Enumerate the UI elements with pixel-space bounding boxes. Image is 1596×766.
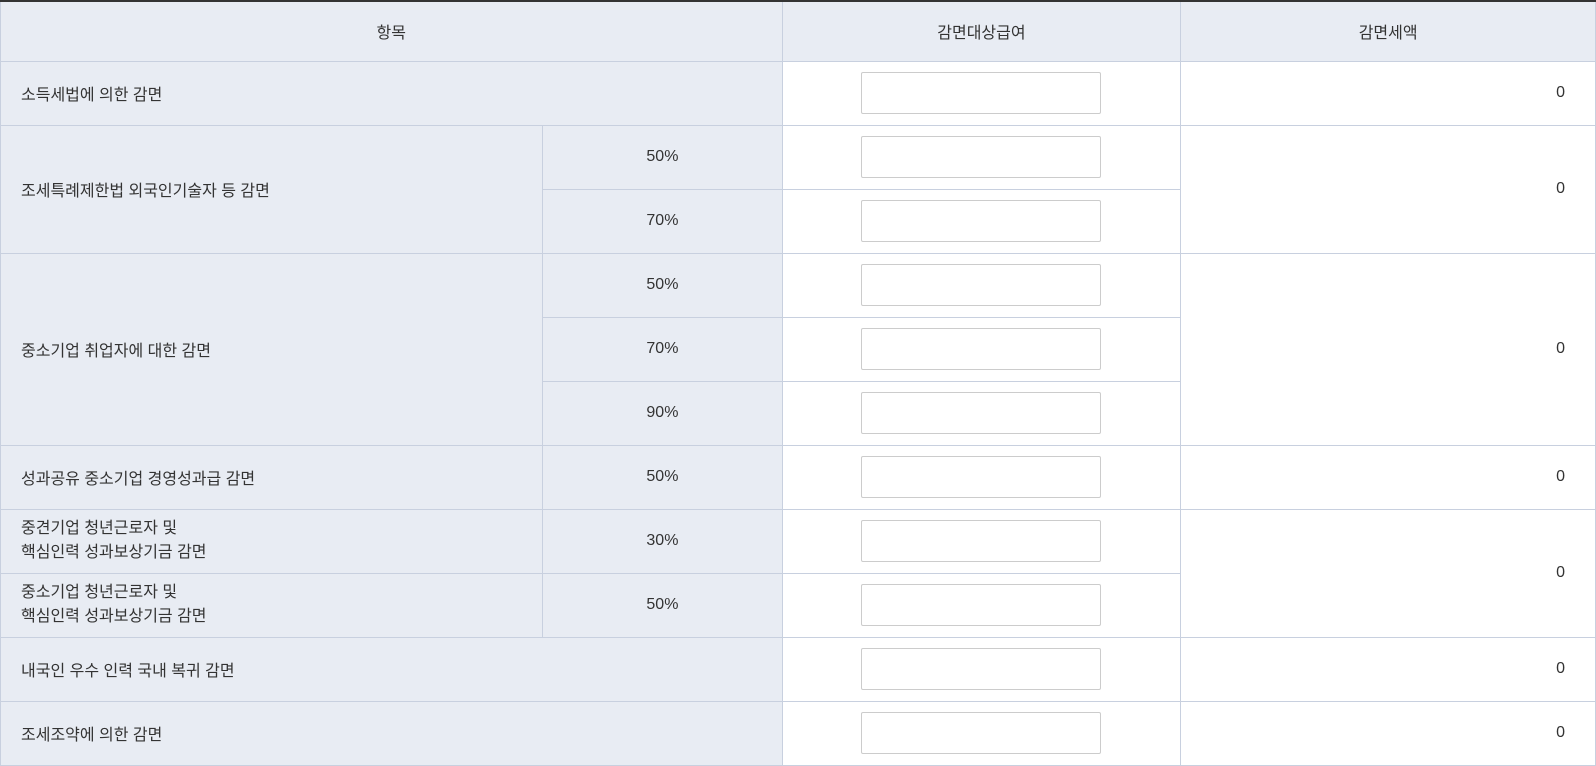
input-cell [782, 637, 1181, 701]
table-row: 중소기업 취업자에 대한 감면 50% 0 [1, 253, 1596, 317]
rate-foreign-70: 70% [543, 189, 782, 253]
row-label-sme-employee: 중소기업 취업자에 대한 감면 [1, 253, 543, 445]
table-row: 내국인 우수 인력 국내 복귀 감면 0 [1, 637, 1596, 701]
amount-youth-fund: 0 [1181, 509, 1596, 637]
table-header-row: 항목 감면대상급여 감면세액 [1, 1, 1596, 61]
table-row: 성과공유 중소기업 경영성과급 감면 50% 0 [1, 445, 1596, 509]
amount-sme-employee: 0 [1181, 253, 1596, 445]
row-label-foreign-engineer: 조세특례제한법 외국인기술자 등 감면 [1, 125, 543, 253]
row-label-domestic-talent: 내국인 우수 인력 국내 복귀 감면 [1, 637, 783, 701]
row-label-sme-youth: 중소기업 청년근로자 및 핵심인력 성과보상기금 감면 [1, 573, 543, 637]
amount-performance-sharing: 0 [1181, 445, 1596, 509]
row-label-tax-treaty: 조세조약에 의한 감면 [1, 701, 783, 765]
sme-youth-line2: 핵심인력 성과보상기금 감면 [21, 608, 207, 625]
sme-youth-line1: 중소기업 청년근로자 및 [21, 584, 177, 601]
salary-input-sme-youth[interactable] [861, 584, 1101, 626]
input-cell [782, 253, 1181, 317]
input-cell [782, 317, 1181, 381]
input-cell [782, 381, 1181, 445]
salary-input-performance[interactable] [861, 456, 1101, 498]
input-cell [782, 61, 1181, 125]
input-cell [782, 125, 1181, 189]
rate-sme-50: 50% [543, 253, 782, 317]
tax-reduction-table: 항목 감면대상급여 감면세액 소득세법에 의한 감면 0 조세특례제한법 외국인… [0, 0, 1596, 766]
rate-sme-youth-50: 50% [543, 573, 782, 637]
rate-foreign-50: 50% [543, 125, 782, 189]
midsize-youth-line2: 핵심인력 성과보상기금 감면 [21, 544, 207, 561]
header-reduced-tax: 감면세액 [1181, 1, 1596, 61]
table-row: 조세특례제한법 외국인기술자 등 감면 50% 0 [1, 125, 1596, 189]
rate-sme-70: 70% [543, 317, 782, 381]
table-row: 중견기업 청년근로자 및 핵심인력 성과보상기금 감면 30% 0 [1, 509, 1596, 573]
salary-input-domestic-talent[interactable] [861, 648, 1101, 690]
midsize-youth-line1: 중견기업 청년근로자 및 [21, 520, 177, 537]
salary-input-sme-70[interactable] [861, 328, 1101, 370]
input-cell [782, 701, 1181, 765]
header-item: 항목 [1, 1, 783, 61]
rate-sme-90: 90% [543, 381, 782, 445]
salary-input-foreign-70[interactable] [861, 200, 1101, 242]
input-cell [782, 509, 1181, 573]
salary-input-sme-90[interactable] [861, 392, 1101, 434]
amount-domestic-talent: 0 [1181, 637, 1596, 701]
salary-input-sme-50[interactable] [861, 264, 1101, 306]
header-eligible-salary: 감면대상급여 [782, 1, 1181, 61]
table-row: 조세조약에 의한 감면 0 [1, 701, 1596, 765]
salary-input-midsize-youth[interactable] [861, 520, 1101, 562]
input-cell [782, 189, 1181, 253]
row-label-midsize-youth: 중견기업 청년근로자 및 핵심인력 성과보상기금 감면 [1, 509, 543, 573]
rate-performance-50: 50% [543, 445, 782, 509]
salary-input-income-tax[interactable] [861, 72, 1101, 114]
amount-tax-treaty: 0 [1181, 701, 1596, 765]
rate-midsize-30: 30% [543, 509, 782, 573]
table-row: 소득세법에 의한 감면 0 [1, 61, 1596, 125]
row-label-performance-sharing: 성과공유 중소기업 경영성과급 감면 [1, 445, 543, 509]
input-cell [782, 573, 1181, 637]
salary-input-foreign-50[interactable] [861, 136, 1101, 178]
amount-income-tax: 0 [1181, 61, 1596, 125]
input-cell [782, 445, 1181, 509]
row-label-income-tax: 소득세법에 의한 감면 [1, 61, 783, 125]
amount-foreign-engineer: 0 [1181, 125, 1596, 253]
